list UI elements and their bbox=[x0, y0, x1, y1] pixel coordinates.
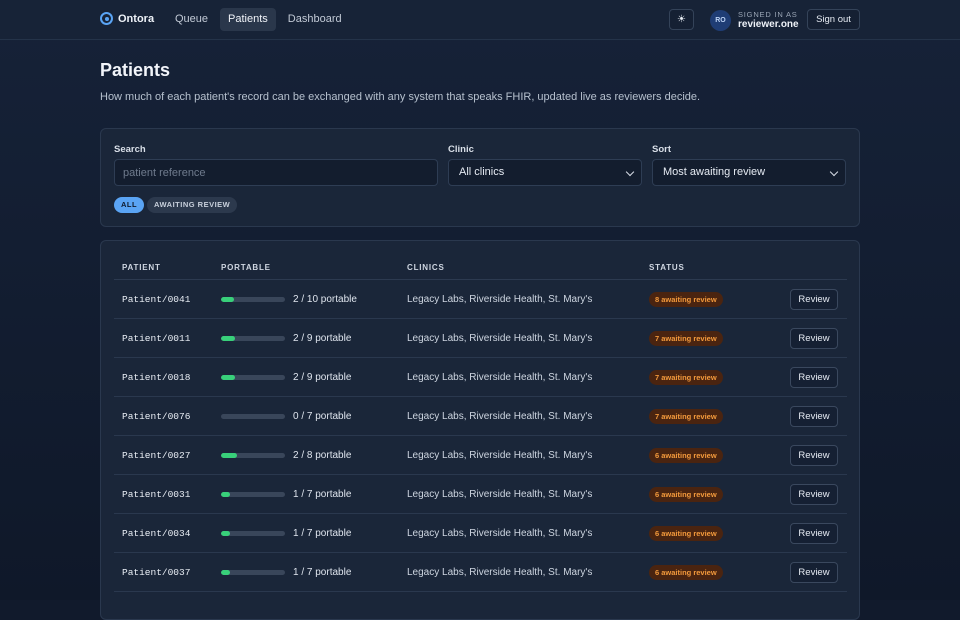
table-row: Patient/0011 2 / 9 portable Legacy Labs,… bbox=[114, 319, 847, 358]
column-header-status: STATUS bbox=[649, 263, 685, 272]
clinic-select-value: All clinics bbox=[459, 166, 505, 178]
patient-id: Patient/0041 bbox=[122, 294, 191, 305]
status-badge: 6 awaiting review bbox=[649, 526, 723, 541]
review-button[interactable]: Review bbox=[790, 523, 838, 544]
patient-id: Patient/0034 bbox=[122, 528, 191, 539]
portable-count: 1 / 7 portable bbox=[293, 567, 352, 578]
nav-queue[interactable]: Queue bbox=[167, 8, 216, 31]
column-header-portable: PORTABLE bbox=[221, 263, 271, 272]
status-badge: 8 awaiting review bbox=[649, 292, 723, 307]
review-button[interactable]: Review bbox=[790, 328, 838, 349]
sun-icon: ☀ bbox=[677, 14, 686, 25]
clinics-list: Legacy Labs, Riverside Health, St. Mary'… bbox=[407, 411, 593, 422]
clinic-label: Clinic bbox=[448, 144, 474, 155]
review-button[interactable]: Review bbox=[790, 484, 838, 505]
portable-progress-bar bbox=[221, 336, 285, 341]
theme-toggle-button[interactable]: ☀ bbox=[669, 9, 694, 30]
table-row: Patient/0076 0 / 7 portable Legacy Labs,… bbox=[114, 397, 847, 436]
table-row: Patient/0041 2 / 10 portable Legacy Labs… bbox=[114, 280, 847, 319]
search-input[interactable] bbox=[114, 159, 438, 186]
target-logo-icon bbox=[100, 12, 113, 25]
progress-fill bbox=[221, 492, 231, 497]
status-badge: 7 awaiting review bbox=[649, 370, 723, 385]
status-badge: 7 awaiting review bbox=[649, 409, 723, 424]
portable-count: 1 / 7 portable bbox=[293, 528, 352, 539]
portable-progress-bar bbox=[221, 375, 285, 380]
clinics-list: Legacy Labs, Riverside Health, St. Mary'… bbox=[407, 450, 593, 461]
status-badge: 6 awaiting review bbox=[649, 565, 723, 580]
filter-chip-all[interactable]: ALL bbox=[114, 197, 145, 213]
brand[interactable]: Ontora bbox=[100, 12, 154, 25]
search-label: Search bbox=[114, 144, 146, 155]
nav-dashboard[interactable]: Dashboard bbox=[280, 8, 350, 31]
portable-count: 0 / 7 portable bbox=[293, 411, 352, 422]
clinic-select[interactable]: All clinics bbox=[448, 159, 642, 186]
main-nav: Queue Patients Dashboard bbox=[167, 8, 350, 31]
chevron-down-icon bbox=[829, 167, 839, 177]
status-badge: 6 awaiting review bbox=[649, 448, 723, 463]
filter-panel: Search Clinic All clinics Sort Most awai… bbox=[100, 128, 860, 227]
top-bar: Ontora Queue Patients Dashboard ☀ RO SIG… bbox=[0, 0, 960, 40]
portable-progress-bar bbox=[221, 297, 285, 302]
clinics-list: Legacy Labs, Riverside Health, St. Mary'… bbox=[407, 294, 593, 305]
page-title: Patients bbox=[100, 60, 171, 80]
brand-name: Ontora bbox=[118, 12, 155, 25]
patient-id: Patient/0011 bbox=[122, 333, 191, 344]
portable-count: 2 / 8 portable bbox=[293, 450, 352, 461]
clinics-list: Legacy Labs, Riverside Health, St. Mary'… bbox=[407, 489, 593, 500]
portable-progress-bar bbox=[221, 570, 285, 575]
nav-patients[interactable]: Patients bbox=[220, 8, 276, 31]
review-button[interactable]: Review bbox=[790, 562, 838, 583]
patients-table: PATIENT PORTABLE CLINICS STATUS Patient/… bbox=[100, 240, 860, 620]
portable-count: 1 / 7 portable bbox=[293, 489, 352, 500]
page-description: How much of each patient's record can be… bbox=[100, 91, 701, 103]
column-header-patient: PATIENT bbox=[122, 263, 161, 272]
progress-fill bbox=[221, 570, 231, 575]
progress-fill bbox=[221, 375, 236, 380]
progress-fill bbox=[221, 453, 237, 458]
sort-select-value: Most awaiting review bbox=[663, 166, 766, 178]
sort-label: Sort bbox=[652, 144, 671, 155]
table-row: Patient/0027 2 / 8 portable Legacy Labs,… bbox=[114, 436, 847, 475]
table-row: Patient/0018 2 / 9 portable Legacy Labs,… bbox=[114, 358, 847, 397]
progress-fill bbox=[221, 531, 231, 536]
avatar: RO bbox=[710, 10, 731, 31]
clinics-list: Legacy Labs, Riverside Health, St. Mary'… bbox=[407, 333, 593, 344]
portable-progress-bar bbox=[221, 453, 285, 458]
table-row: Patient/0034 1 / 7 portable Legacy Labs,… bbox=[114, 514, 847, 553]
portable-progress-bar bbox=[221, 531, 285, 536]
portable-progress-bar bbox=[221, 492, 285, 497]
sort-select[interactable]: Most awaiting review bbox=[652, 159, 846, 186]
portable-count: 2 / 9 portable bbox=[293, 333, 352, 344]
patient-id: Patient/0076 bbox=[122, 411, 191, 422]
filter-chip-awaiting-review[interactable]: AWAITING REVIEW bbox=[147, 197, 238, 213]
review-button[interactable]: Review bbox=[790, 367, 838, 388]
username: reviewer.one bbox=[738, 19, 799, 30]
clinics-list: Legacy Labs, Riverside Health, St. Mary'… bbox=[407, 528, 593, 539]
chevron-down-icon bbox=[625, 167, 635, 177]
patient-id: Patient/0031 bbox=[122, 489, 191, 500]
review-button[interactable]: Review bbox=[790, 406, 838, 427]
clinics-list: Legacy Labs, Riverside Health, St. Mary'… bbox=[407, 567, 593, 578]
clinics-list: Legacy Labs, Riverside Health, St. Mary'… bbox=[407, 372, 593, 383]
patient-id: Patient/0037 bbox=[122, 567, 191, 578]
table-row: Patient/0031 1 / 7 portable Legacy Labs,… bbox=[114, 475, 847, 514]
patient-id: Patient/0018 bbox=[122, 372, 191, 383]
signed-in-label: SIGNED IN AS bbox=[738, 10, 798, 19]
table-row: Patient/0037 1 / 7 portable Legacy Labs,… bbox=[114, 553, 847, 592]
progress-fill bbox=[221, 297, 234, 302]
status-badge: 7 awaiting review bbox=[649, 331, 723, 346]
portable-count: 2 / 10 portable bbox=[293, 294, 357, 305]
review-button[interactable]: Review bbox=[790, 289, 838, 310]
review-button[interactable]: Review bbox=[790, 445, 838, 466]
patient-id: Patient/0027 bbox=[122, 450, 191, 461]
column-header-clinics: CLINICS bbox=[407, 263, 445, 272]
progress-fill bbox=[221, 336, 236, 341]
status-badge: 6 awaiting review bbox=[649, 487, 723, 502]
sign-out-button[interactable]: Sign out bbox=[807, 9, 860, 30]
portable-progress-bar bbox=[221, 414, 285, 419]
signed-in-info: SIGNED IN AS reviewer.one bbox=[738, 10, 799, 31]
portable-count: 2 / 9 portable bbox=[293, 372, 352, 383]
